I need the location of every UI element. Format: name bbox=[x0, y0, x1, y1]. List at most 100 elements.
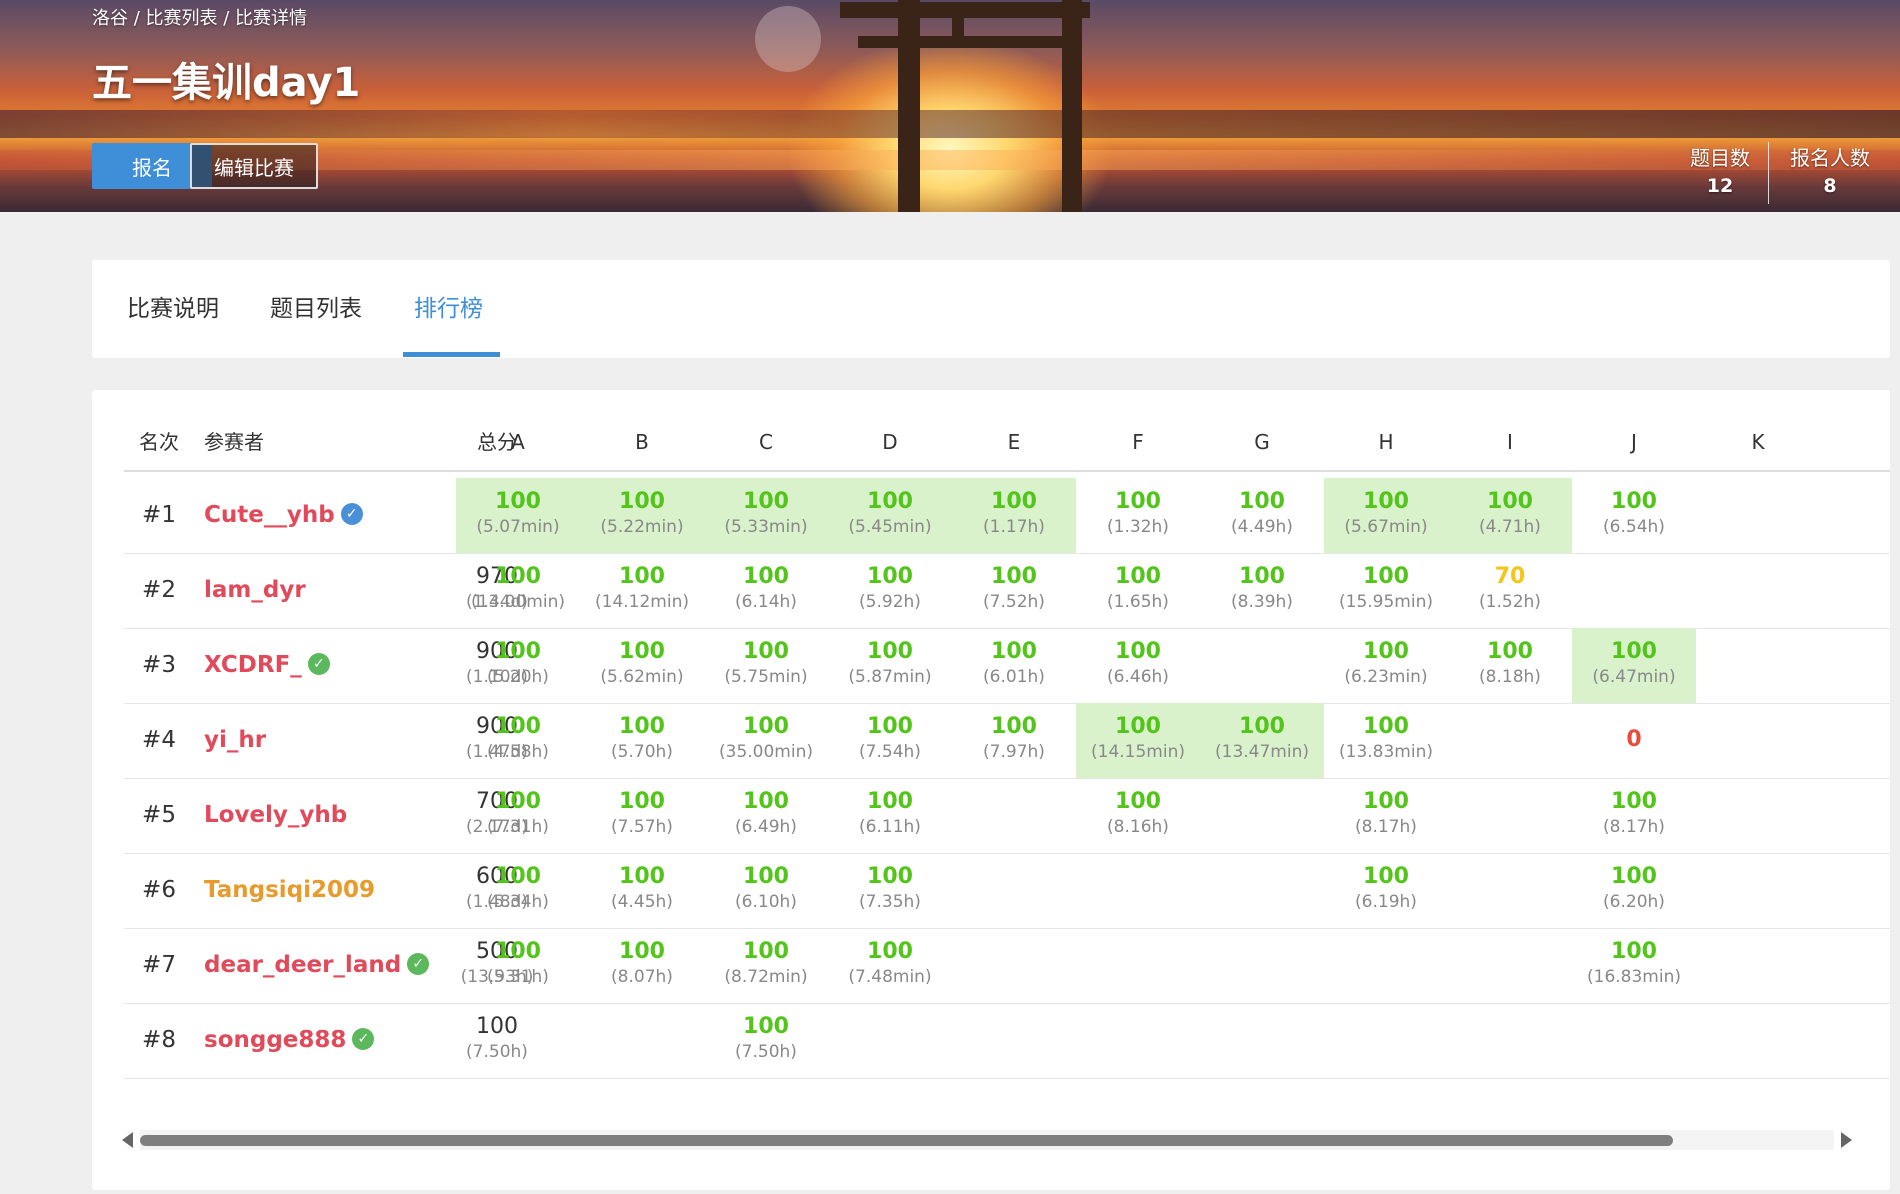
scroll-left-arrow-icon[interactable] bbox=[122, 1132, 133, 1148]
problem-cell-j[interactable]: 100 (16.83min) bbox=[1572, 928, 1696, 1003]
user-name[interactable]: yi_hr bbox=[204, 727, 266, 753]
problem-cell-d[interactable]: 100 (5.87min) bbox=[828, 628, 952, 703]
problem-cell-e[interactable]: 100 (6.01h) bbox=[952, 628, 1076, 703]
problem-cell-c[interactable]: 100 (5.33min) bbox=[704, 478, 828, 553]
user-name[interactable]: lam_dyr bbox=[204, 577, 306, 603]
problem-cell-i[interactable]: 100 (8.18h) bbox=[1448, 628, 1572, 703]
problem-cell-e[interactable]: 100 (1.17h) bbox=[952, 478, 1076, 553]
user-name-link[interactable]: yi_hr bbox=[204, 703, 266, 778]
user-name[interactable]: XCDRF_ bbox=[204, 652, 302, 678]
problem-score: 100 bbox=[1239, 489, 1285, 514]
problem-cell-g[interactable]: 100 (4.49h) bbox=[1200, 478, 1324, 553]
problem-cell-b[interactable]: 100 (4.45h) bbox=[580, 853, 704, 928]
problem-cell-f[interactable]: 100 (14.15min) bbox=[1076, 703, 1200, 778]
problem-cell-j[interactable]: 100 (6.20h) bbox=[1572, 853, 1696, 928]
header-problem-f[interactable]: F bbox=[1076, 414, 1200, 470]
problem-cell-h[interactable]: 100 (13.83min) bbox=[1324, 703, 1448, 778]
problem-cell-c[interactable]: 100 (6.10h) bbox=[704, 853, 828, 928]
problem-cell-a[interactable]: 100 (5.07min) bbox=[456, 478, 580, 553]
problem-count-stat: 题目数 12 bbox=[1680, 142, 1760, 197]
problem-cell-e[interactable]: 100 (7.52h) bbox=[952, 553, 1076, 628]
scroll-right-arrow-icon[interactable] bbox=[1841, 1132, 1852, 1148]
problem-cell-a[interactable]: 100 (13.00min) bbox=[456, 553, 580, 628]
horizontal-scrollbar[interactable] bbox=[122, 1130, 1852, 1150]
user-name[interactable]: songge888 bbox=[204, 1027, 346, 1053]
problem-time: (35.00min) bbox=[719, 742, 813, 762]
problem-cell-f[interactable]: 100 (8.16h) bbox=[1076, 778, 1200, 853]
user-name-link[interactable]: Lovely_yhb bbox=[204, 778, 347, 853]
problem-time: (8.72min) bbox=[724, 967, 808, 987]
problem-cell-c[interactable]: 100 (6.49h) bbox=[704, 778, 828, 853]
problem-cell-d[interactable]: 100 (7.35h) bbox=[828, 853, 952, 928]
problem-cell-b[interactable]: 100 (7.57h) bbox=[580, 778, 704, 853]
problem-cell-d[interactable]: 100 (5.45min) bbox=[828, 478, 952, 553]
header-problem-d[interactable]: D bbox=[828, 414, 952, 470]
problem-cell-b[interactable]: 100 (5.62min) bbox=[580, 628, 704, 703]
problem-cell-c[interactable]: 100 (35.00min) bbox=[704, 703, 828, 778]
header-problem-g[interactable]: G bbox=[1200, 414, 1324, 470]
user-name[interactable]: Cute__yhb bbox=[204, 502, 335, 528]
problem-cell-f[interactable]: 100 (6.46h) bbox=[1076, 628, 1200, 703]
user-name-link[interactable]: Tangsiqi2009 bbox=[204, 853, 375, 928]
user-name-link[interactable]: lam_dyr bbox=[204, 553, 306, 628]
problem-cell-e[interactable]: 100 (7.97h) bbox=[952, 703, 1076, 778]
user-name[interactable]: dear_deer_land bbox=[204, 952, 401, 978]
problem-cell-d[interactable]: 100 (5.92h) bbox=[828, 553, 952, 628]
problem-cell-a[interactable]: 100 (7.31h) bbox=[456, 778, 580, 853]
breadcrumb-home[interactable]: 洛谷 bbox=[92, 8, 128, 29]
problem-cell-j[interactable]: 100 (6.47min) bbox=[1572, 628, 1696, 703]
tab-description[interactable]: 比赛说明 bbox=[127, 260, 219, 358]
header-problem-k[interactable]: K bbox=[1696, 414, 1820, 470]
breadcrumb-contest-list[interactable]: 比赛列表 bbox=[146, 8, 218, 29]
problem-cell-a[interactable]: 100 (5.34h) bbox=[456, 853, 580, 928]
scroll-track[interactable] bbox=[140, 1130, 1834, 1150]
header-problem-i[interactable]: I bbox=[1448, 414, 1572, 470]
problem-cell-j[interactable]: 100 (6.54h) bbox=[1572, 478, 1696, 553]
problem-cell-i[interactable]: 70 (1.52h) bbox=[1448, 553, 1572, 628]
problem-cell-h[interactable]: 100 (6.19h) bbox=[1324, 853, 1448, 928]
problem-cell-c[interactable]: 100 (8.72min) bbox=[704, 928, 828, 1003]
problem-cell-g[interactable]: 100 (13.47min) bbox=[1200, 703, 1324, 778]
user-name-link[interactable]: XCDRF_ ✓ bbox=[204, 628, 330, 703]
user-name[interactable]: Tangsiqi2009 bbox=[204, 877, 375, 903]
problem-score: 100 bbox=[1363, 714, 1409, 739]
header-problem-j[interactable]: J bbox=[1572, 414, 1696, 470]
problem-cell-h[interactable]: 100 (15.95min) bbox=[1324, 553, 1448, 628]
problem-cell-a[interactable]: 100 (5.20h) bbox=[456, 628, 580, 703]
user-name-link[interactable]: songge888 ✓ bbox=[204, 1003, 375, 1078]
problem-cell-j[interactable]: 0 bbox=[1572, 703, 1696, 778]
problem-cell-d[interactable]: 100 (7.48min) bbox=[828, 928, 952, 1003]
user-name-link[interactable]: Cute__yhb ✓ bbox=[204, 478, 363, 553]
problem-cell-h[interactable]: 100 (8.17h) bbox=[1324, 778, 1448, 853]
problem-cell-c[interactable]: 100 (6.14h) bbox=[704, 553, 828, 628]
problem-cell-f[interactable]: 100 (1.65h) bbox=[1076, 553, 1200, 628]
problem-cell-b[interactable]: 100 (14.12min) bbox=[580, 553, 704, 628]
edit-contest-button[interactable]: 编辑比赛 bbox=[190, 143, 318, 189]
user-name[interactable]: Lovely_yhb bbox=[204, 802, 347, 828]
problem-cell-a[interactable]: 100 (5.31h) bbox=[456, 928, 580, 1003]
problem-cell-h[interactable]: 100 (5.67min) bbox=[1324, 478, 1448, 553]
problem-cell-c[interactable]: 100 (5.75min) bbox=[704, 628, 828, 703]
problem-cell-i[interactable]: 100 (4.71h) bbox=[1448, 478, 1572, 553]
header-problem-e[interactable]: E bbox=[952, 414, 1076, 470]
header-problem-a[interactable]: A bbox=[456, 414, 580, 470]
problem-cell-c[interactable]: 100 (7.50h) bbox=[704, 1003, 828, 1078]
user-name-link[interactable]: dear_deer_land ✓ bbox=[204, 928, 430, 1003]
tab-problem-list[interactable]: 题目列表 bbox=[270, 260, 362, 358]
problem-cell-b[interactable]: 100 (8.07h) bbox=[580, 928, 704, 1003]
problem-cell-g[interactable]: 100 (8.39h) bbox=[1200, 553, 1324, 628]
scroll-thumb[interactable] bbox=[140, 1135, 1673, 1146]
header-problem-h[interactable]: H bbox=[1324, 414, 1448, 470]
problem-cell-j[interactable]: 100 (8.17h) bbox=[1572, 778, 1696, 853]
header-problem-c[interactable]: C bbox=[704, 414, 828, 470]
problem-cell-b[interactable]: 100 (5.70h) bbox=[580, 703, 704, 778]
header-problem-b[interactable]: B bbox=[580, 414, 704, 470]
tab-ranking[interactable]: 排行榜 bbox=[414, 260, 483, 358]
problem-time: (6.14h) bbox=[735, 592, 797, 612]
problem-cell-h[interactable]: 100 (6.23min) bbox=[1324, 628, 1448, 703]
problem-cell-f[interactable]: 100 (1.32h) bbox=[1076, 478, 1200, 553]
problem-cell-b[interactable]: 100 (5.22min) bbox=[580, 478, 704, 553]
problem-cell-a[interactable]: 100 (4.58h) bbox=[456, 703, 580, 778]
problem-cell-d[interactable]: 100 (7.54h) bbox=[828, 703, 952, 778]
problem-cell-d[interactable]: 100 (6.11h) bbox=[828, 778, 952, 853]
